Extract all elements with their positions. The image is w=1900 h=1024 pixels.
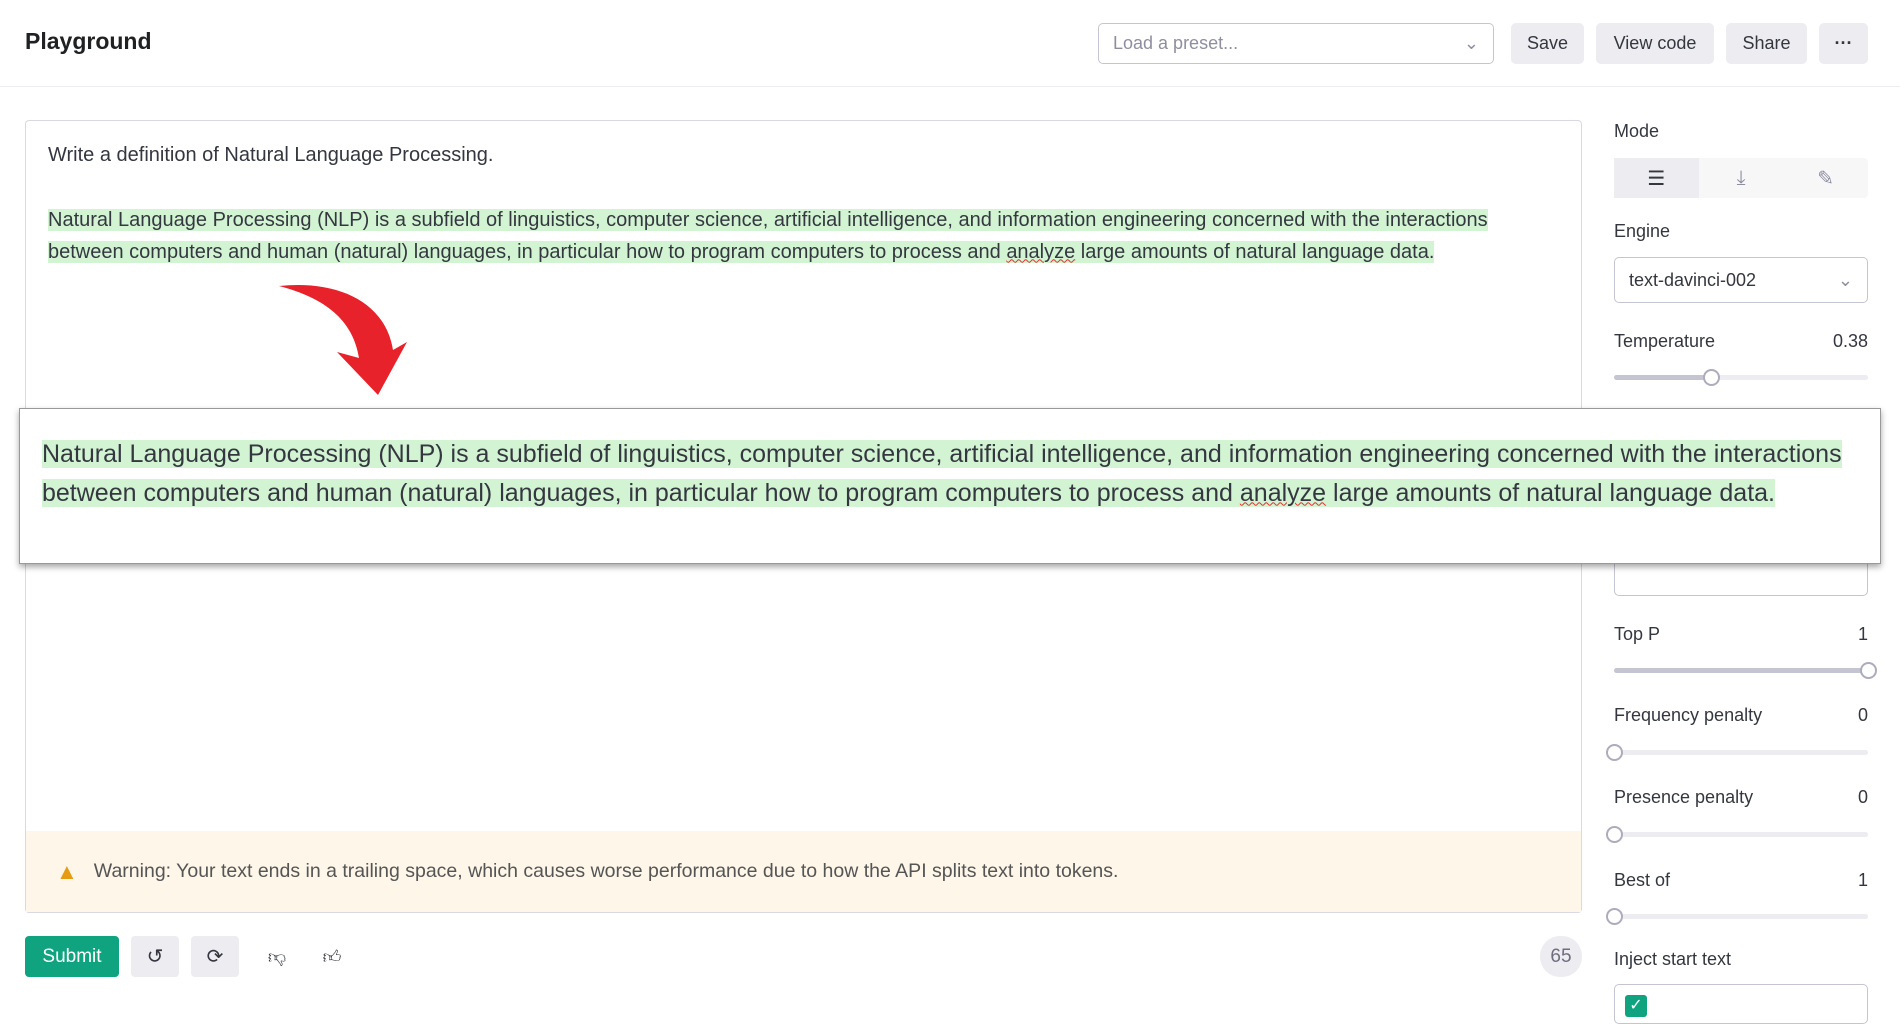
temperature-label: Temperature (1614, 331, 1716, 351)
submit-button[interactable]: Submit (25, 936, 119, 977)
inject-start-text-input[interactable]: ✓ (1614, 984, 1868, 1024)
temperature-slider[interactable] (1614, 369, 1868, 386)
stop-sequence-input[interactable] (1614, 560, 1868, 596)
refresh-icon: ⟳ (206, 946, 224, 968)
top-p-label: Top P (1614, 624, 1661, 644)
warning-banner: ▲ Warning: Your text ends in a trailing s… (26, 831, 1581, 912)
red-arrow-icon (279, 284, 407, 395)
mode-edit[interactable]: ✎ (1783, 158, 1868, 198)
page-title: Playground (25, 28, 152, 54)
inject-start-text-label: Inject start text (1614, 949, 1732, 969)
best-of-slider[interactable] (1606, 908, 1868, 925)
insert-icon: ⤓ (1736, 166, 1746, 189)
complete-icon: ☰ (1647, 167, 1666, 190)
presence-penalty-label: Presence penalty (1614, 787, 1754, 807)
warning-text: Warning: Your text ends in a trailing sp… (93, 860, 1119, 882)
slider-handle[interactable] (1702, 369, 1720, 386)
chevron-down-icon: ⌄ (1837, 269, 1853, 290)
preset-select[interactable]: Load a preset... ⌄ (1098, 23, 1494, 64)
regenerate-button[interactable]: ⟳ (191, 936, 239, 977)
slider-handle[interactable] (1606, 908, 1623, 925)
view-code-button[interactable]: View code (1596, 23, 1714, 64)
edit-icon: ✎ (1817, 167, 1835, 190)
chevron-down-icon: ⌄ (1463, 33, 1479, 53)
slider-handle[interactable] (1606, 826, 1623, 843)
prompt-text: Write a definition of Natural Language P… (48, 144, 494, 166)
frequency-penalty-slider[interactable] (1606, 744, 1868, 761)
frequency-penalty-label: Frequency penalty (1614, 705, 1763, 725)
presence-penalty-value: 0 (1857, 787, 1868, 807)
slider-handle[interactable] (1606, 744, 1623, 761)
completion-text: Natural Language Processing (NLP) is a s… (48, 209, 1488, 263)
token-count: 65 (1540, 936, 1582, 977)
undo-icon: ↺ (146, 946, 164, 968)
engine-value: text-davinci-002 (1629, 269, 1757, 290)
mode-insert[interactable]: ⤓ (1699, 158, 1784, 198)
best-of-label: Best of (1614, 870, 1671, 890)
engine-select[interactable]: text-davinci-002 ⌄ (1614, 257, 1868, 303)
undo-button[interactable]: ↺ (131, 936, 179, 977)
preset-placeholder: Load a preset... (1113, 33, 1239, 53)
thumbs-up-button[interactable]: 👍︎ (312, 936, 352, 977)
thumbs-down-button[interactable]: 👎︎ (257, 936, 297, 977)
top-p-slider[interactable] (1614, 662, 1877, 679)
temperature-value: 0.38 (1832, 331, 1868, 351)
presence-penalty-slider[interactable] (1606, 826, 1868, 843)
slider-handle[interactable] (1860, 662, 1877, 679)
more-button[interactable]: ··· (1819, 23, 1868, 64)
warning-icon: ▲ (56, 858, 78, 884)
share-button[interactable]: Share (1726, 23, 1807, 64)
mode-selector: ☰ ⤓ ✎ (1614, 158, 1868, 198)
top-p-value: 1 (1857, 624, 1868, 644)
mode-complete[interactable]: ☰ (1614, 158, 1699, 198)
engine-label: Engine (1614, 221, 1671, 241)
thumbs-up-icon: 👍︎ (322, 946, 342, 967)
mode-label: Mode (1614, 121, 1660, 141)
inject-checkbox[interactable]: ✓ (1625, 995, 1647, 1017)
save-button[interactable]: Save (1511, 23, 1584, 64)
thumbs-down-icon: 👎︎ (267, 946, 287, 967)
best-of-value: 1 (1857, 870, 1868, 890)
frequency-penalty-value: 0 (1857, 705, 1868, 725)
zoomed-completion-callout: Natural Language Processing (NLP) is a s… (19, 408, 1881, 564)
